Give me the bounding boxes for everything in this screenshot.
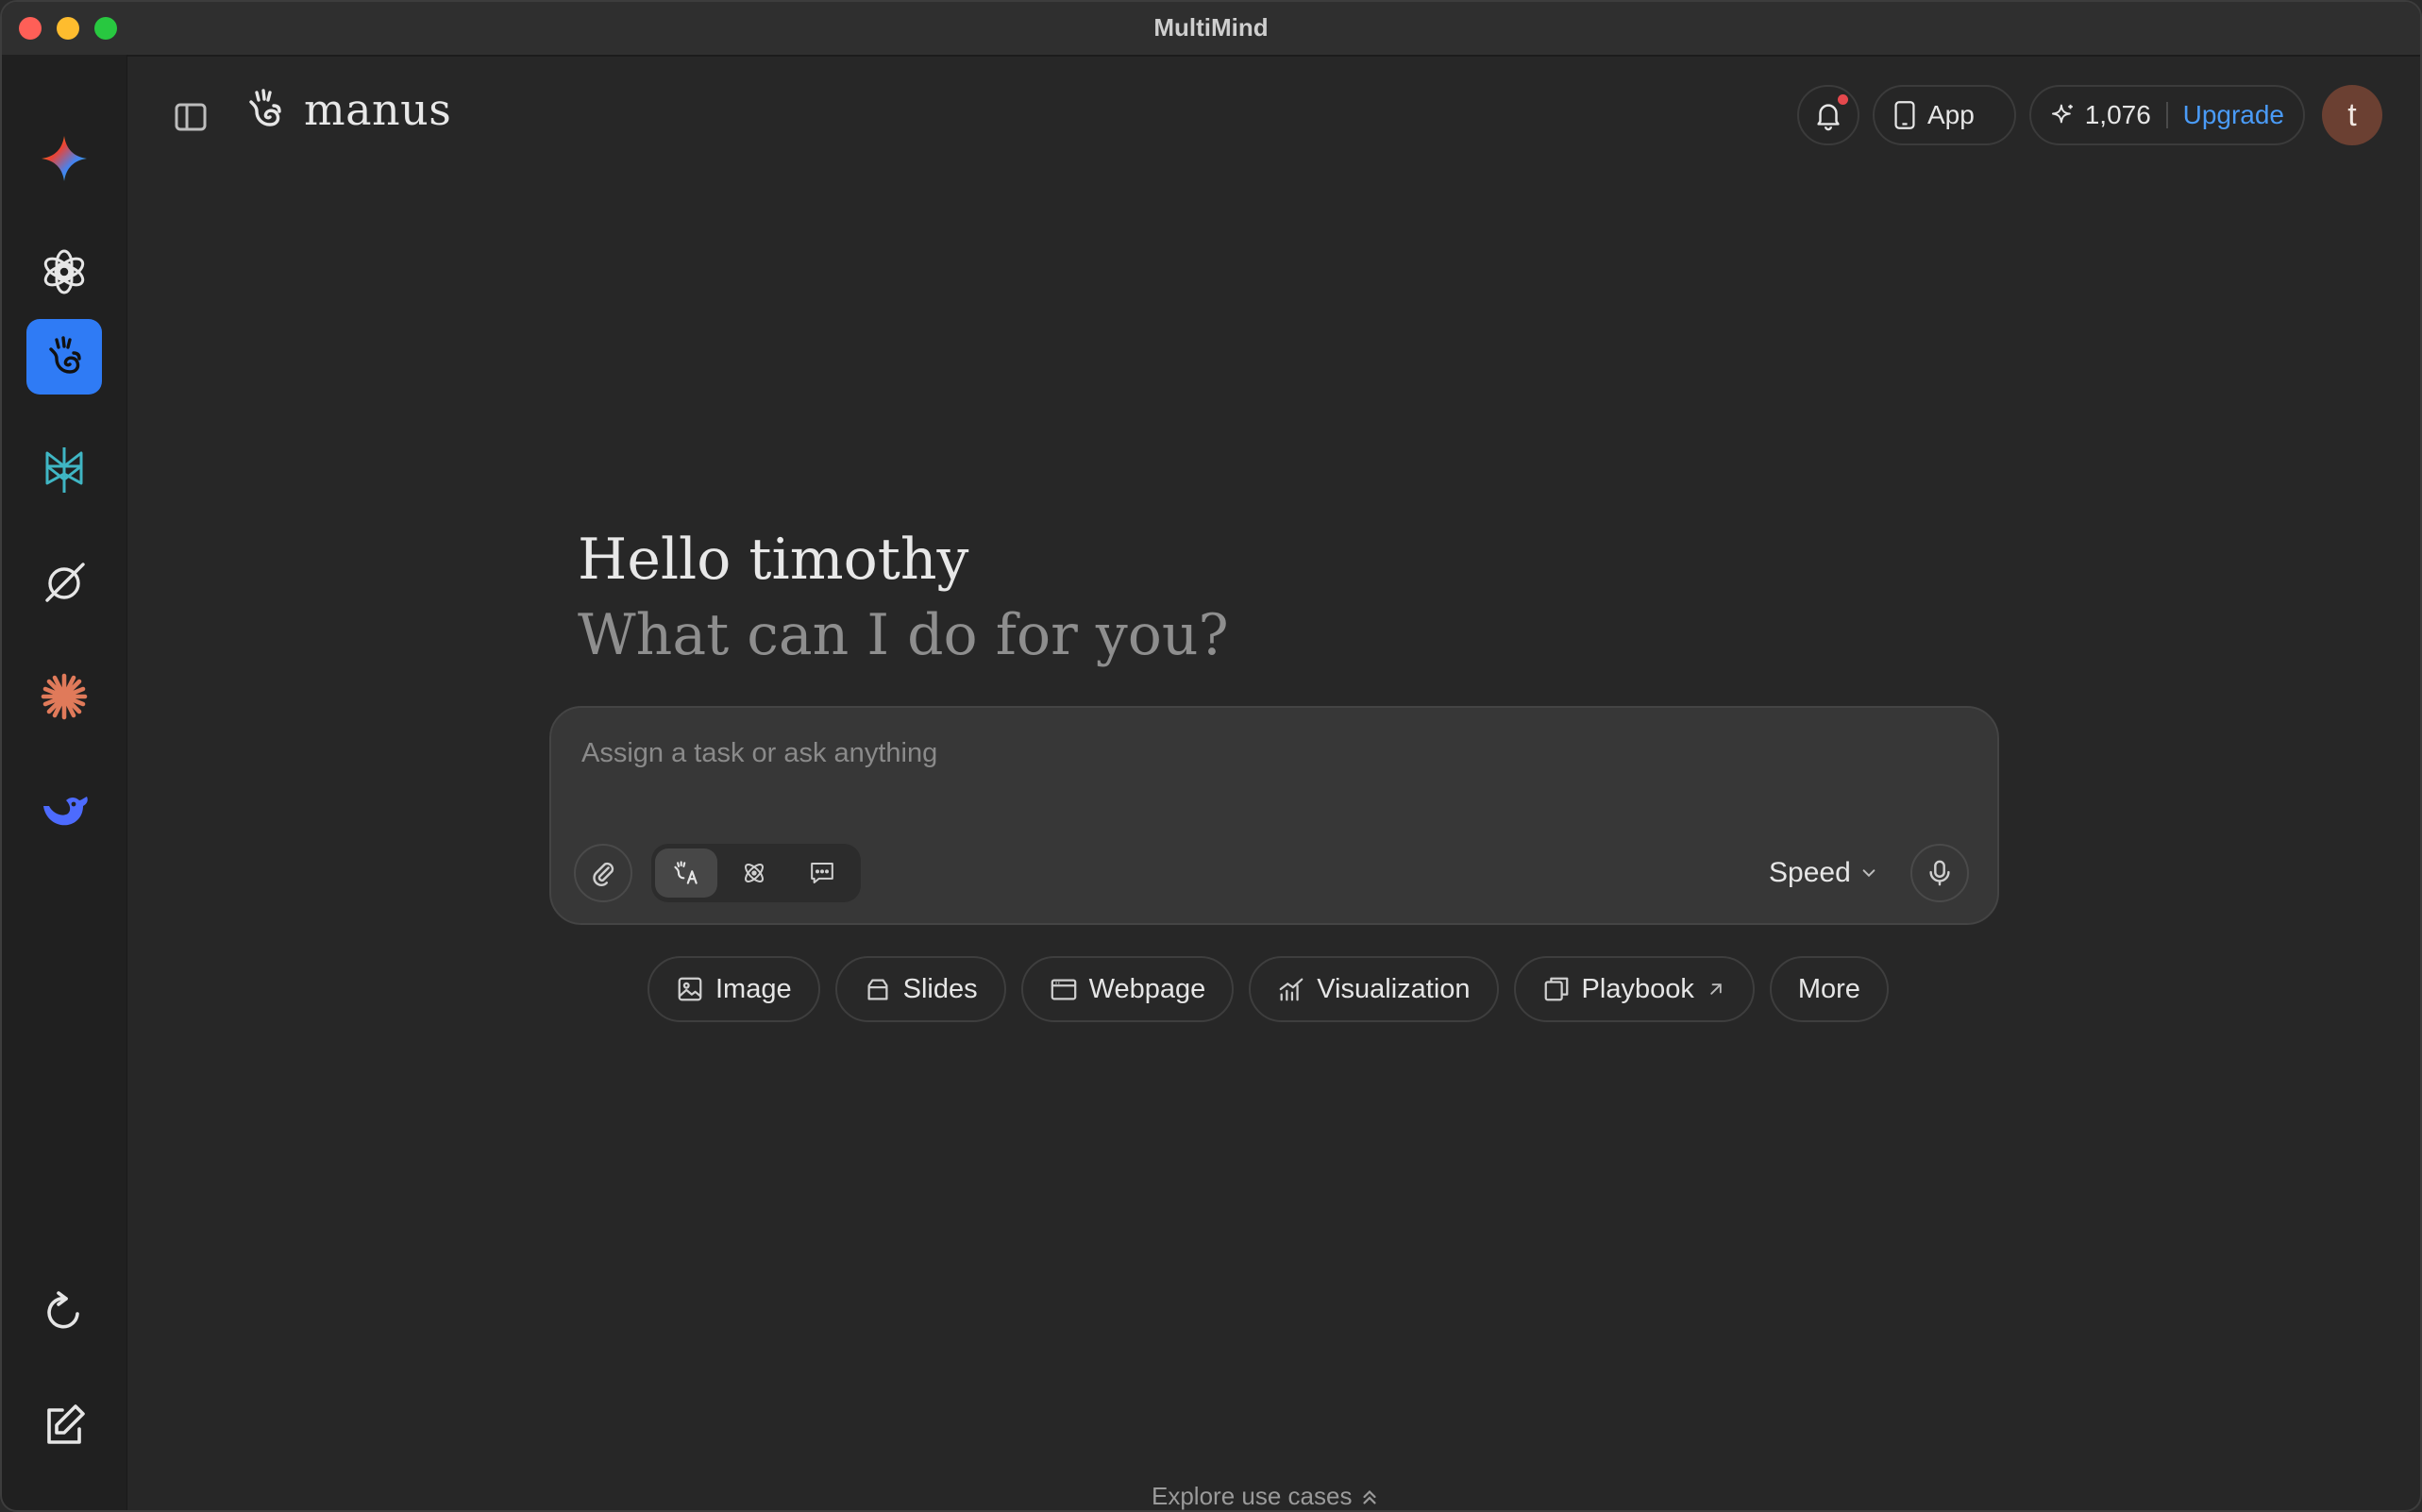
grok-icon xyxy=(45,563,85,602)
external-link-icon xyxy=(1710,983,1722,995)
rail-item-grok[interactable] xyxy=(26,546,102,621)
rail-item-chatgpt[interactable] xyxy=(26,234,102,310)
upgrade-link[interactable]: Upgrade xyxy=(2183,100,2284,130)
chip-more[interactable]: More xyxy=(1769,956,1889,1022)
refresh-button[interactable] xyxy=(26,1274,102,1350)
mode-multi-button[interactable] xyxy=(723,848,785,898)
speed-dropdown[interactable]: Speed xyxy=(1769,849,1877,897)
task-input[interactable] xyxy=(580,731,1905,776)
manus-logo-icon xyxy=(249,89,281,126)
chart-icon xyxy=(1279,978,1304,1001)
brand-name: manus xyxy=(304,84,452,135)
refresh-icon xyxy=(47,1291,79,1329)
mode-agent-button[interactable] xyxy=(655,848,717,898)
avatar[interactable]: t xyxy=(2322,85,2382,145)
webpage-icon xyxy=(1051,979,1076,1000)
rail-item-perplexity[interactable] xyxy=(26,432,102,508)
speed-label: Speed xyxy=(1769,857,1851,888)
explore-use-cases-link[interactable]: Explore use cases xyxy=(1152,1482,1380,1510)
app-window: MultiMind manus App 1,076 Upgrade t Hell… xyxy=(0,0,2422,1512)
chip-playbook-label: Playbook xyxy=(1581,973,1694,1004)
microphone-icon xyxy=(1929,860,1950,886)
claude-icon xyxy=(41,673,88,720)
voice-input-button[interactable] xyxy=(1910,844,1969,902)
chip-visualization-label: Visualization xyxy=(1317,973,1471,1004)
playbook-icon xyxy=(1544,977,1568,1001)
chip-visualization[interactable]: Visualization xyxy=(1249,956,1499,1022)
sidebar-toggle-button[interactable] xyxy=(172,98,210,136)
slides-icon xyxy=(867,979,888,1000)
chip-image-label: Image xyxy=(715,973,792,1004)
chip-more-label: More xyxy=(1797,973,1860,1004)
credits-pill[interactable]: 1,076 Upgrade xyxy=(2029,85,2305,145)
greeting-subtitle: What can I do for you? xyxy=(578,602,1229,668)
title-bar: MultiMind xyxy=(2,2,2420,57)
chevron-down-icon xyxy=(1862,869,1875,878)
double-chevron-up-icon xyxy=(1363,1489,1377,1504)
rail-item-deepseek[interactable] xyxy=(26,772,102,848)
compose-icon xyxy=(47,1404,85,1444)
chip-webpage[interactable]: Webpage xyxy=(1020,956,1235,1022)
new-chat-button[interactable] xyxy=(26,1387,102,1463)
chat-bubble-icon xyxy=(811,863,833,883)
rail-item-claude[interactable] xyxy=(26,659,102,734)
phone-icon xyxy=(1894,101,1915,129)
chip-slides-label: Slides xyxy=(902,973,978,1004)
gemini-icon xyxy=(42,136,87,181)
paperclip-icon xyxy=(593,862,614,886)
attach-button[interactable] xyxy=(574,844,632,902)
sidebar-icon xyxy=(175,103,207,131)
window-title: MultiMind xyxy=(1153,13,1269,42)
atom-icon xyxy=(745,864,764,882)
composer: Speed xyxy=(549,706,1999,925)
manus-translate-icon xyxy=(674,861,698,884)
app-button[interactable]: App xyxy=(1873,85,2016,145)
notification-dot xyxy=(1838,94,1848,105)
rail-item-gemini[interactable] xyxy=(26,121,102,196)
mode-chat-button[interactable] xyxy=(791,848,853,898)
chip-image[interactable]: Image xyxy=(648,956,820,1022)
greeting-title: Hello timothy xyxy=(578,527,969,593)
chip-slides[interactable]: Slides xyxy=(834,956,1006,1022)
main-area: manus App 1,076 Upgrade t Hello timothy … xyxy=(126,55,2420,1510)
brand[interactable]: manus xyxy=(238,83,451,136)
manus-icon xyxy=(49,336,81,374)
deepseek-icon xyxy=(43,797,88,826)
perplexity-icon xyxy=(45,447,83,493)
chip-webpage-label: Webpage xyxy=(1088,973,1206,1004)
explore-label: Explore use cases xyxy=(1152,1482,1353,1510)
image-icon xyxy=(678,977,702,1001)
notifications-button[interactable] xyxy=(1797,85,1859,145)
sparkle-icon xyxy=(2052,104,2073,124)
rail-item-manus[interactable] xyxy=(26,319,102,395)
openai-icon xyxy=(43,249,85,294)
mode-switcher xyxy=(651,844,861,902)
model-rail xyxy=(2,55,127,1510)
credits-count: 1,076 xyxy=(2084,100,2151,129)
app-button-label: App xyxy=(1927,100,1975,129)
suggestion-chips: Image Slides Webpage Visualization Playb… xyxy=(648,956,1889,1024)
divider xyxy=(2165,102,2168,128)
chip-playbook[interactable]: Playbook xyxy=(1513,956,1755,1022)
